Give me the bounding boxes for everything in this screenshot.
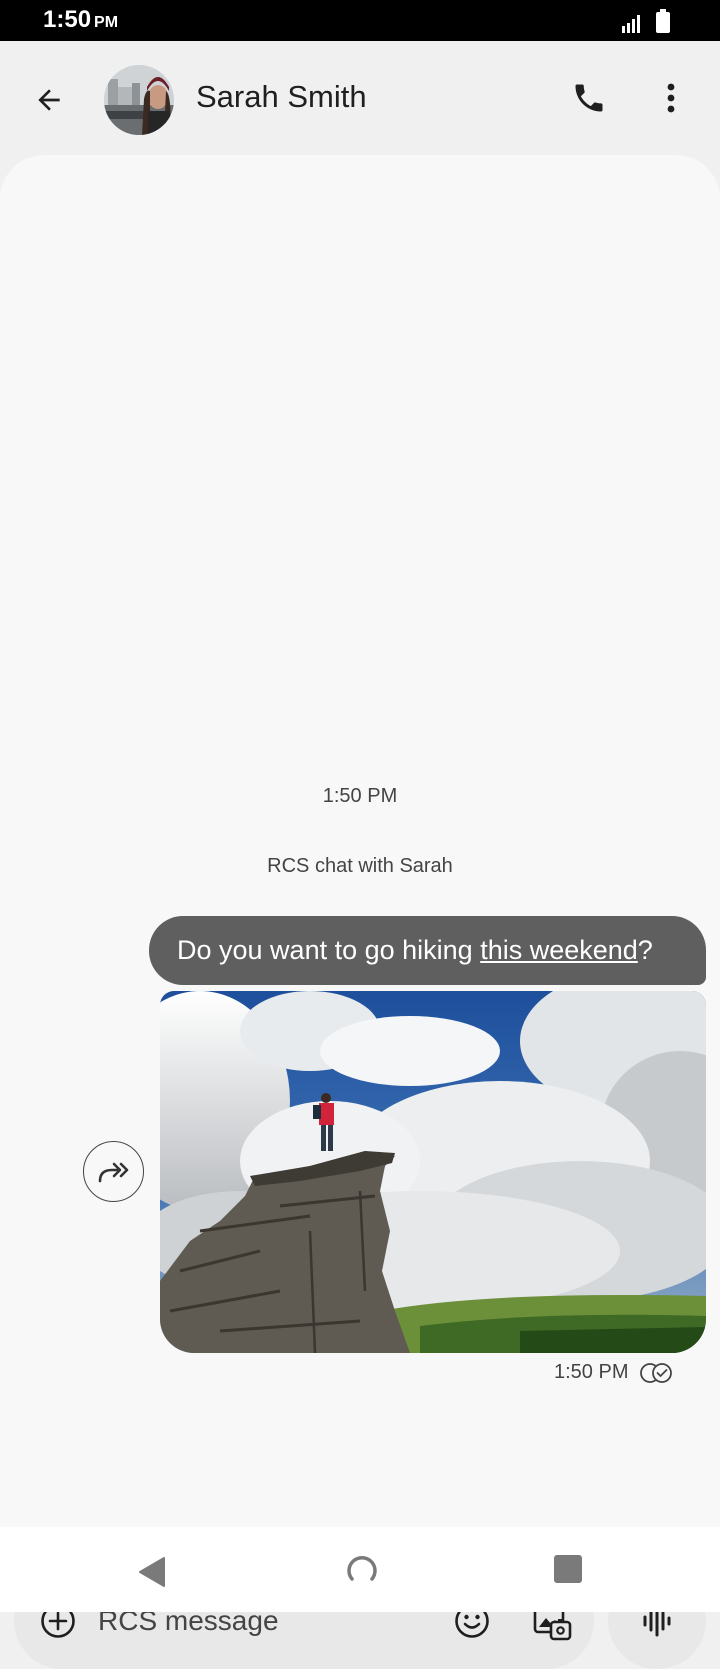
forward-icon bbox=[98, 1162, 128, 1182]
status-clock: 1:50 bbox=[43, 6, 92, 33]
hiker-photo bbox=[160, 991, 706, 1353]
message-text-end: ? bbox=[637, 935, 653, 965]
date-link[interactable]: this weekend bbox=[480, 935, 638, 965]
arrow-left-icon bbox=[38, 89, 60, 111]
status-time: 1:50 PM bbox=[43, 6, 118, 34]
battery-icon bbox=[656, 9, 670, 33]
avatar[interactable] bbox=[104, 65, 174, 135]
nav-home-icon[interactable] bbox=[342, 1551, 382, 1591]
call-button[interactable] bbox=[564, 73, 614, 123]
sent-message-bubble[interactable]: Do you want to go hiking this weekend? bbox=[149, 916, 706, 985]
contact-name[interactable]: Sarah Smith bbox=[196, 79, 367, 115]
back-button[interactable] bbox=[26, 77, 72, 123]
navigation-bar bbox=[0, 1527, 720, 1612]
sent-time: 1:50 PM bbox=[554, 1361, 629, 1383]
nav-back-icon[interactable] bbox=[134, 1552, 174, 1592]
forward-button[interactable] bbox=[83, 1141, 144, 1202]
conversation-header: Sarah Smith bbox=[0, 41, 720, 155]
status-bar: 1:50 PM bbox=[0, 0, 720, 41]
sent-image[interactable] bbox=[160, 991, 706, 1353]
more-options-button[interactable] bbox=[646, 73, 696, 123]
nav-recents-icon[interactable] bbox=[554, 1555, 582, 1583]
conversation-timestamp: 1:50 PM bbox=[322, 785, 398, 807]
message-text: Do you want to go hiking bbox=[177, 935, 481, 965]
message-list[interactable]: 1:50 PM RCS chat with Sarah Do you want … bbox=[0, 155, 720, 1669]
status-ampm: PM bbox=[94, 14, 119, 31]
message-meta: 1:50 PM bbox=[554, 1361, 674, 1384]
signal-icon bbox=[622, 15, 640, 33]
more-vert-icon bbox=[667, 83, 675, 113]
avatar-photo bbox=[104, 65, 174, 135]
status-icons bbox=[622, 9, 670, 33]
rcs-chat-info: RCS chat with Sarah bbox=[267, 855, 453, 877]
read-receipt-icon bbox=[640, 1362, 673, 1383]
phone-icon bbox=[575, 84, 603, 112]
